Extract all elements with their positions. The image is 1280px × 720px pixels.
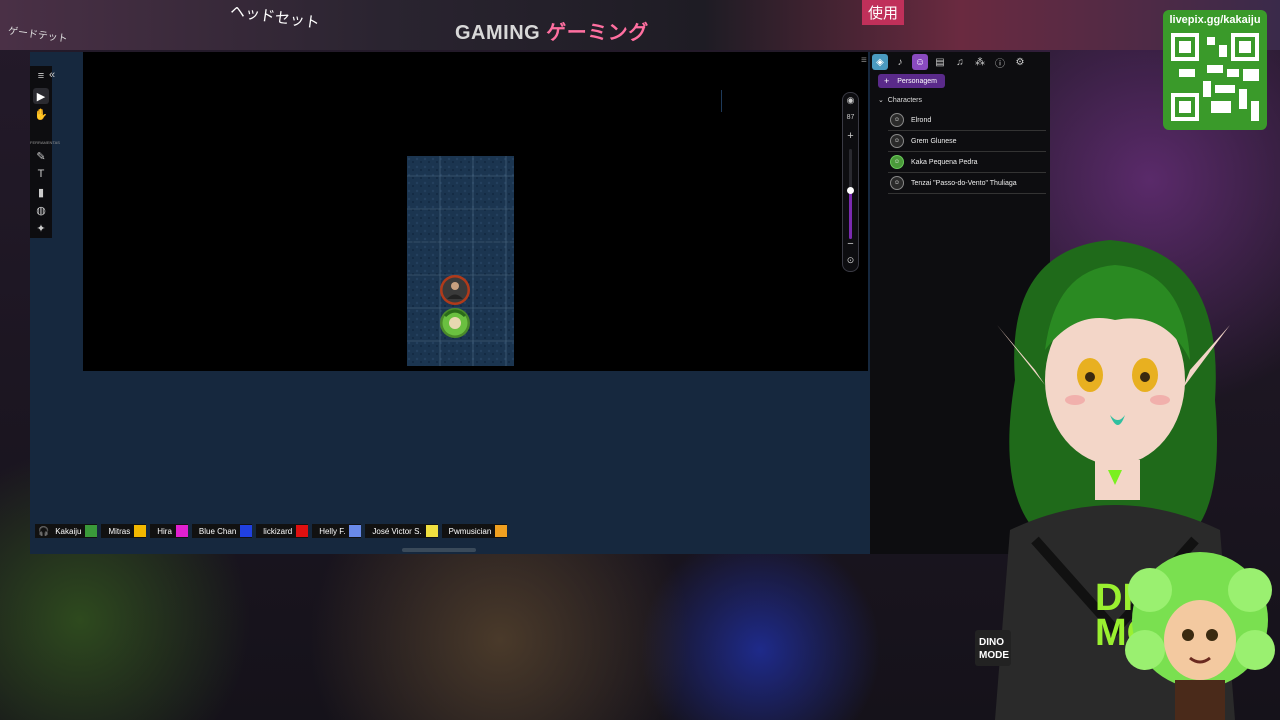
player-color-swatch: [175, 525, 188, 537]
eye-icon[interactable]: ◉: [843, 95, 858, 106]
player-chip[interactable]: José Victor S.: [365, 524, 438, 538]
chevron-down-icon: ⌄: [878, 97, 884, 104]
svg-text:MODE: MODE: [979, 650, 1009, 661]
sign-gaming: GAMING ゲーミング: [455, 16, 649, 45]
player-chip[interactable]: Hira: [150, 524, 188, 538]
svg-text:DINO: DINO: [979, 637, 1004, 648]
reset-view-icon[interactable]: ⊙: [843, 255, 858, 266]
add-character-button[interactable]: + Personagem: [878, 74, 945, 88]
headset-icon: 🎧: [38, 525, 50, 536]
character-name: Grem Glunese: [911, 137, 957, 145]
character-name: Elrond: [911, 116, 932, 124]
player-color-swatch: [134, 525, 147, 537]
vtt-app-window: « ≡ ▶ ✋ FERRAMENTAS ✎ T ▮ ◍ ✦ ◉ 87 + − ⊙…: [30, 52, 1050, 554]
list-item[interactable]: ☺ Tenzai "Passo-do-Vento" Thuliaga: [888, 173, 1046, 194]
ruler-icon[interactable]: ▮: [33, 184, 49, 200]
player-name: Hira: [157, 526, 172, 536]
zoom-control: ◉ 87 + − ⊙: [842, 92, 859, 272]
select-icon[interactable]: ▶: [33, 88, 49, 104]
dino-mode-badge: DINO MODE: [975, 630, 1011, 666]
character-name: Tenzai "Passo-do-Vento" Thuliaga: [911, 179, 1017, 187]
avatar: ☺: [890, 134, 904, 148]
character-name: Kaka Pequena Pedra: [911, 158, 978, 166]
add-character-label: Personagem: [897, 77, 937, 85]
sign-gaming-jp: ゲーミング: [546, 22, 649, 44]
characters-folder-label: Characters: [887, 97, 922, 104]
player-chip[interactable]: Pwmusician: [441, 524, 508, 538]
player-color-swatch: [85, 525, 98, 537]
collapse-toolbar-button[interactable]: «: [49, 69, 55, 81]
library-icon[interactable]: ▤: [932, 54, 948, 70]
mascot-avatar: [1125, 552, 1275, 720]
tool-panel: « ≡ ▶ ✋ FERRAMENTAS ✎ T ▮ ◍ ✦: [30, 66, 60, 238]
player-chip[interactable]: 🎧 Kakaiju: [35, 524, 98, 538]
plus-icon: +: [884, 76, 890, 86]
zoom-slider[interactable]: [849, 149, 852, 239]
nodes-icon[interactable]: ⁂: [972, 54, 988, 70]
list-item[interactable]: ☺ Grem Glunese: [888, 131, 1046, 152]
zoom-in-button[interactable]: +: [843, 130, 858, 142]
info-icon[interactable]: ⓘ: [992, 54, 1008, 70]
collapse-sidebar-button[interactable]: ≡: [861, 55, 867, 66]
brush-icon[interactable]: ✎: [33, 148, 49, 164]
player-chip[interactable]: lickizard: [256, 524, 309, 538]
character-list: ☺ Elrond ☺ Grem Glunese ☺ Kaka Pequena Pedr…: [888, 110, 1046, 194]
character-icon[interactable]: ☺: [912, 54, 928, 70]
player-name: José Victor S.: [372, 526, 422, 536]
player-name: Helly F.: [319, 526, 346, 536]
wand-icon[interactable]: ✦: [33, 220, 49, 236]
sound-icon[interactable]: ♪: [892, 54, 908, 70]
avatar: ☺: [890, 176, 904, 190]
qr-code-icon: [1171, 33, 1259, 121]
donation-qr: livepix.gg/kakaiju: [1163, 10, 1267, 130]
zoom-slider-thumb[interactable]: [847, 186, 854, 194]
list-item[interactable]: ☺ Elrond: [888, 110, 1046, 131]
scene-icon[interactable]: ◈: [872, 54, 888, 70]
avatar: ☺: [890, 113, 904, 127]
player-color-swatch: [296, 525, 309, 537]
player-chip[interactable]: Helly F.: [312, 524, 362, 538]
menu-icon[interactable]: ≡: [33, 68, 49, 84]
sidebar-tabs: ◈ ♪ ☺ ▤ ♫ ⁂ ⓘ ⚙: [870, 54, 1050, 72]
player-name: Pwmusician: [448, 526, 492, 536]
player-color-swatch: [425, 525, 438, 537]
player-chip[interactable]: Blue Chan: [191, 524, 253, 538]
zoom-slider-fill: [849, 189, 852, 239]
player-color-swatch: [349, 525, 362, 537]
avatar: ☺: [890, 155, 904, 169]
tools-label: FERRAMENTAS: [30, 140, 60, 145]
qr-url: livepix.gg/kakaiju: [1169, 14, 1261, 26]
player-list: 🎧 Kakaiju Mitras Hira Blue Chan lickizard Hell…: [35, 524, 511, 538]
player-color-swatch: [495, 525, 508, 537]
player-chip[interactable]: Mitras: [101, 524, 147, 538]
player-name: Blue Chan: [198, 526, 237, 536]
zoom-value: 87: [846, 114, 855, 121]
music-icon[interactable]: ♫: [952, 54, 968, 70]
player-name: Kakaiju: [55, 526, 82, 536]
zoom-out-button[interactable]: −: [843, 238, 858, 250]
player-color-swatch: [240, 525, 253, 537]
battle-map[interactable]: [407, 156, 514, 366]
text-icon[interactable]: T: [33, 166, 49, 182]
settings-icon[interactable]: ⚙: [1012, 54, 1028, 70]
token-elrond[interactable]: [440, 275, 470, 305]
player-name: Mitras: [108, 526, 131, 536]
canvas-cursor-line: [721, 90, 722, 112]
palette-icon[interactable]: ◍: [33, 202, 49, 218]
sign-gaming-en: GAMING: [455, 22, 541, 44]
horizontal-scrollbar[interactable]: [402, 548, 476, 552]
player-name: lickizard: [263, 526, 293, 536]
characters-folder[interactable]: ⌄ Characters: [878, 96, 922, 104]
sign-use: 使用: [862, 0, 905, 25]
token-kaka[interactable]: [440, 308, 470, 338]
pan-icon[interactable]: ✋: [33, 106, 49, 122]
scene-canvas[interactable]: [83, 52, 868, 371]
list-item[interactable]: ☺ Kaka Pequena Pedra: [888, 152, 1046, 173]
